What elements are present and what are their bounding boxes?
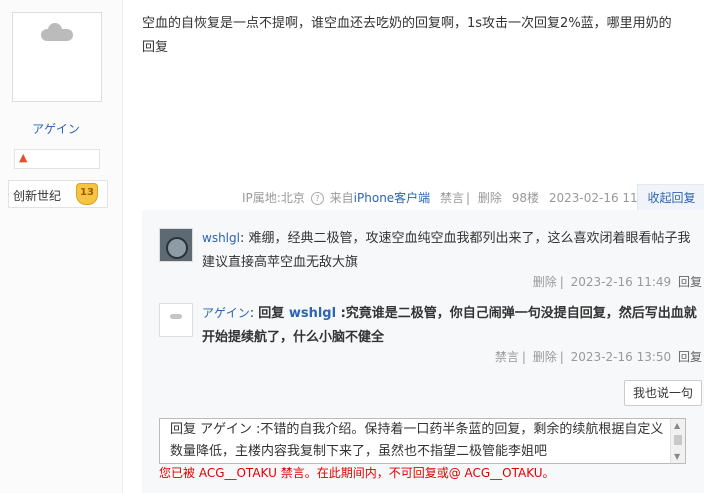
colon: :: [249, 306, 259, 321]
ban-link[interactable]: 禁言: [440, 191, 464, 205]
scroll-down-icon[interactable]: ▼: [674, 452, 680, 461]
reply-username[interactable]: wshlgl: [202, 231, 240, 245]
delete-link[interactable]: 删除: [478, 191, 502, 205]
ban-link[interactable]: 禁言: [495, 350, 519, 364]
add-comment-button[interactable]: 我也说一句: [624, 380, 702, 406]
scroll-up-icon[interactable]: ▲: [674, 421, 680, 430]
author-sidebar: アゲイン ▲ 创新世纪 13: [0, 0, 123, 493]
scroll-thumb[interactable]: [674, 435, 682, 445]
separator: |: [521, 350, 526, 364]
floor-number: 98楼: [511, 191, 540, 205]
reply-editor[interactable]: 回复 アゲイン :不错的自我介绍。保持着一口药半条蓝的回复，剩余的续航根据自定义…: [159, 418, 686, 464]
post-meta: IP属地:北京? 来自iPhone客户端 禁言 | 删除 98楼 2023-02-…: [242, 189, 663, 207]
separator: |: [466, 191, 471, 205]
cloud-avatar-icon: [41, 23, 73, 41]
editor-scrollbar[interactable]: ▲ ▼: [670, 419, 685, 463]
fire-badge-icon: ▲: [19, 151, 28, 164]
reply-avatar[interactable]: [159, 303, 193, 337]
reply-link[interactable]: 回复: [678, 275, 702, 289]
reply-target-user[interactable]: wshlgl: [289, 306, 336, 321]
author-name[interactable]: アゲイン: [0, 120, 112, 137]
reply-time: 2023-2-16 13:50: [570, 350, 672, 364]
help-icon[interactable]: ?: [310, 192, 324, 205]
delete-link[interactable]: 删除: [533, 275, 557, 289]
collapse-replies-button[interactable]: 收起回复: [637, 184, 704, 212]
separator: |: [559, 275, 564, 289]
reply-text: 回复 wshlgl :究竟谁是二极管，你自己闹弹一句没提自回复，然后写出血就开始…: [202, 306, 697, 345]
reply-text: 难绷，经典二极管，攻速空血纯空血我都列出来了，这么喜欢闭着眼看帖子我建议直接高苹…: [202, 231, 691, 270]
reply-editor-text[interactable]: 回复 アゲイン :不错的自我介绍。保持着一口药半条蓝的回复，剩余的续航根据自定义…: [170, 419, 670, 463]
author-level[interactable]: 创新世纪 13: [8, 180, 108, 208]
ip-location: IP属地:北京: [242, 191, 305, 205]
level-name: 创新世纪: [13, 189, 62, 203]
reply-username[interactable]: アゲイン: [202, 306, 250, 320]
reply-item: アゲイン: 回复 wshlgl :究竟谁是二极管，你自己闹弹一句没提自回复，然后…: [202, 301, 702, 350]
reply-avatar[interactable]: [159, 228, 193, 262]
reply-section: wshlgl: 难绷，经典二极管，攻速空血纯空血我都列出来了，这么喜欢闭着眼看帖…: [142, 210, 704, 493]
delete-link[interactable]: 删除: [533, 350, 557, 364]
author-avatar[interactable]: [12, 12, 102, 102]
post-content: 空血的自恢复是一点不提啊，谁空血还去吃奶的回复啊，1s攻击一次回复2%蓝，哪里用…: [142, 12, 704, 60]
client-info: 来自iPhone客户端: [330, 191, 431, 205]
reply-time: 2023-2-16 11:49: [570, 275, 672, 289]
author-badge-bar[interactable]: ▲: [14, 149, 100, 169]
reply-meta: 禁言 | 删除 | 2023-2-16 13:50 回复: [492, 348, 702, 365]
separator: |: [559, 350, 564, 364]
client-prefix: 来自: [329, 191, 354, 205]
reply-meta: 删除 | 2023-2-16 11:49 回复: [530, 273, 702, 290]
reply-prefix: 回复: [258, 306, 285, 321]
reply-link[interactable]: 回复: [678, 350, 702, 364]
level-badge-icon: 13: [76, 183, 98, 205]
reply-item: wshlgl: 难绷，经典二极管，攻速空血纯空血我都列出来了，这么喜欢闭着眼看帖…: [202, 226, 702, 275]
post-content-line1: 空血的自恢复是一点不提啊，谁空血还去吃奶的回复啊，1s攻击一次回复2%蓝，哪里用…: [142, 16, 672, 31]
post-content-line2: 回复: [142, 40, 169, 55]
ban-notice: 您已被 ACG__OTAKU 禁言。在此期间内，不可回复或@ ACG__OTAK…: [159, 466, 555, 480]
client-link[interactable]: iPhone客户端: [354, 191, 431, 205]
